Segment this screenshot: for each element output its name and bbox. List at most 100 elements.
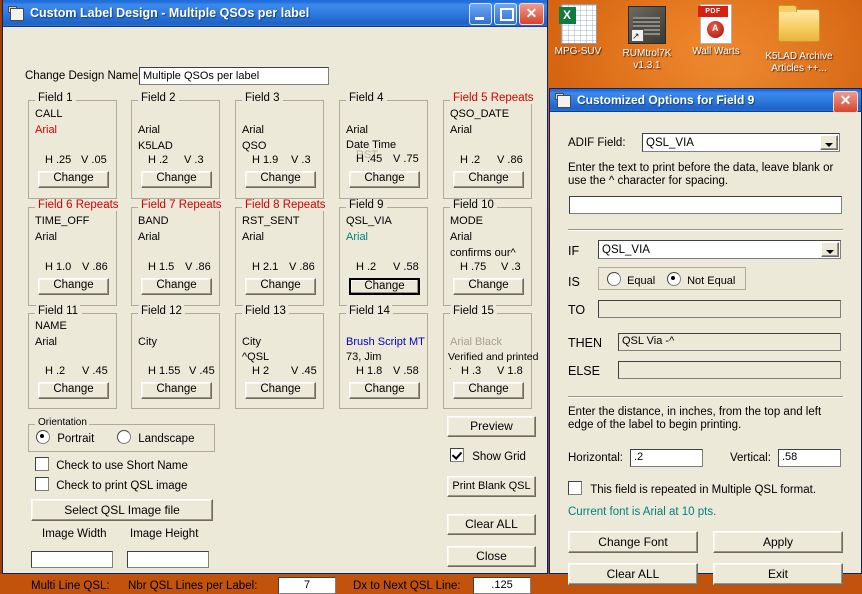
dialog-titlebar[interactable]: Customized Options for Field 9 ✕ bbox=[550, 89, 861, 113]
field-change-button[interactable]: Change bbox=[453, 171, 524, 188]
prefix-text-input[interactable] bbox=[569, 196, 842, 214]
radio-landscape[interactable]: Landscape bbox=[117, 430, 194, 445]
field-font: Arial bbox=[242, 231, 265, 243]
radio-portrait-indicator[interactable] bbox=[36, 430, 50, 444]
checkbox-repeated-field-label: This field is repeated in Multiple QSL f… bbox=[590, 484, 817, 496]
field-panel-15: Field 15 Arial Black Verified and printe… bbox=[443, 305, 538, 409]
preview-button[interactable]: Preview bbox=[447, 416, 536, 437]
radio-not-equal[interactable]: Not Equal bbox=[667, 272, 735, 287]
adif-field-label: ADIF Field: bbox=[568, 137, 626, 149]
field-change-button[interactable]: Change bbox=[141, 278, 212, 295]
nbr-qsl-lines-input[interactable]: 7 bbox=[278, 577, 336, 594]
field-font: Arial bbox=[346, 124, 369, 136]
select-qsl-image-file-button[interactable]: Select QSL Image file bbox=[31, 499, 213, 521]
desktop-icon-rumtrol7k[interactable]: ↗ RUMtrol7K v1.3.1 bbox=[609, 4, 685, 71]
window-document-icon bbox=[555, 92, 572, 108]
close-icon[interactable]: ✕ bbox=[833, 91, 858, 113]
field-h-offset: H 1.9 bbox=[252, 154, 279, 166]
desktop-icon-label: MPG-SUV bbox=[554, 46, 602, 57]
field-adif: TIME_OFF bbox=[35, 215, 90, 227]
checkbox-print-qsl-image-box[interactable] bbox=[35, 477, 49, 491]
pdf-document-icon: PDF bbox=[695, 4, 737, 44]
field-h-offset: H .2 bbox=[45, 365, 66, 377]
desktop-icon-label-line2: v1.3.1 bbox=[633, 59, 661, 71]
main-titlebar[interactable]: Custom Label Design - Multiple QSOs per … bbox=[3, 0, 547, 27]
desktop-icon-k5lad-archive[interactable]: K5LAD Archive Articles ++... bbox=[747, 4, 851, 74]
desktop-icon-mpg-suv[interactable]: MPG-SUV bbox=[540, 4, 616, 58]
if-label: IF bbox=[568, 244, 580, 258]
field-v-offset: V .45 bbox=[291, 365, 317, 377]
checkbox-show-grid-box[interactable] bbox=[450, 448, 464, 462]
field-caption: Field 4 bbox=[347, 92, 386, 104]
chevron-down-icon[interactable] bbox=[821, 242, 839, 257]
image-height-input[interactable] bbox=[127, 551, 209, 568]
apply-button[interactable]: Apply bbox=[713, 531, 843, 553]
field-v-offset: V .86 bbox=[289, 261, 315, 273]
horizontal-input[interactable]: .2 bbox=[630, 449, 703, 467]
field-panel-14: Field 14 Brush Script MT 73, Jim H 1.8 V… bbox=[339, 305, 428, 409]
field-v-offset: V .58 bbox=[393, 365, 419, 377]
maximize-icon[interactable] bbox=[494, 3, 517, 25]
field-change-button[interactable]: Change bbox=[141, 171, 212, 188]
radio-equal-indicator[interactable] bbox=[607, 272, 621, 286]
vertical-input[interactable]: .58 bbox=[778, 449, 841, 467]
vertical-label: Vertical: bbox=[730, 452, 771, 464]
exit-button[interactable]: Exit bbox=[713, 563, 843, 585]
field-caption: Field 6 Repeats bbox=[36, 199, 121, 211]
design-name-input[interactable]: Multiple QSOs per label bbox=[139, 67, 329, 85]
dx-next-line-input[interactable]: .125 bbox=[473, 577, 531, 594]
field-change-button[interactable]: Change bbox=[245, 278, 316, 295]
field-change-button[interactable]: Change bbox=[453, 382, 524, 399]
field-font: Arial bbox=[138, 124, 161, 136]
minimize-icon[interactable] bbox=[469, 3, 492, 25]
desktop-icon-wall-warts[interactable]: PDF Wall Warts bbox=[678, 4, 754, 58]
field-change-button[interactable]: Change bbox=[349, 278, 420, 295]
checkbox-show-grid[interactable]: Show Grid bbox=[450, 448, 526, 463]
field-caption: Field 13 bbox=[243, 305, 288, 317]
then-value-input[interactable]: QSL Via -^ bbox=[618, 333, 841, 351]
orientation-group: Orientation Portrait Landscape bbox=[28, 417, 215, 452]
field-change-button[interactable]: Change bbox=[245, 382, 316, 399]
field-change-button[interactable]: Change bbox=[141, 382, 212, 399]
radio-equal[interactable]: Equal bbox=[607, 272, 655, 287]
field-change-button[interactable]: Change bbox=[453, 278, 524, 295]
radio-portrait[interactable]: Portrait bbox=[36, 430, 94, 445]
field-v-offset: V .86 bbox=[497, 154, 523, 166]
chevron-down-icon[interactable] bbox=[820, 135, 838, 150]
field-change-button[interactable]: Change bbox=[349, 171, 420, 188]
else-value-input[interactable] bbox=[618, 361, 841, 379]
checkbox-short-name-box[interactable] bbox=[35, 457, 49, 471]
radio-not-equal-indicator[interactable] bbox=[667, 272, 681, 286]
close-icon[interactable]: ✕ bbox=[519, 3, 544, 25]
radio-landscape-indicator[interactable] bbox=[117, 430, 131, 444]
adif-field-dropdown[interactable]: QSL_VIA bbox=[642, 133, 840, 152]
field-font: Arial bbox=[35, 124, 58, 136]
field-h-offset: H 2.1 bbox=[252, 261, 279, 273]
field-change-button[interactable]: Change bbox=[38, 278, 109, 295]
pdf-badge: PDF bbox=[698, 6, 728, 17]
checkbox-print-qsl-image[interactable]: Check to print QSL image bbox=[35, 477, 187, 492]
field-change-button[interactable]: Change bbox=[349, 382, 420, 399]
clear-all-button[interactable]: Clear ALL bbox=[447, 514, 536, 535]
checkbox-repeated-field[interactable]: This field is repeated in Multiple QSL f… bbox=[568, 481, 816, 496]
desktop-icon-label: K5LAD Archive bbox=[765, 51, 833, 62]
checkbox-repeated-field-box[interactable] bbox=[568, 481, 582, 495]
field-change-button[interactable]: Change bbox=[245, 171, 316, 188]
to-value-input[interactable] bbox=[598, 300, 841, 318]
to-label: TO bbox=[568, 303, 586, 317]
if-condition-dropdown[interactable]: QSL_VIA bbox=[598, 240, 841, 259]
dialog-clear-all-button[interactable]: Clear ALL bbox=[568, 563, 698, 585]
radio-app-shortcut-icon: ↗ bbox=[626, 6, 668, 46]
close-button[interactable]: Close bbox=[447, 546, 536, 567]
field-change-button[interactable]: Change bbox=[38, 382, 109, 399]
radio-portrait-label: Portrait bbox=[57, 433, 95, 445]
folder-icon bbox=[778, 5, 820, 49]
field-change-button[interactable]: Change bbox=[38, 171, 109, 188]
field-v-offset: V .75 bbox=[393, 153, 419, 165]
print-blank-qsl-button[interactable]: Print Blank QSL bbox=[447, 476, 536, 497]
custom-label-design-window: Custom Label Design - Multiple QSOs per … bbox=[2, 0, 548, 594]
checkbox-short-name[interactable]: Check to use Short Name bbox=[35, 457, 188, 472]
field-v-offset: V .45 bbox=[82, 365, 108, 377]
image-width-input[interactable] bbox=[31, 551, 113, 568]
change-font-button[interactable]: Change Font bbox=[568, 531, 698, 553]
